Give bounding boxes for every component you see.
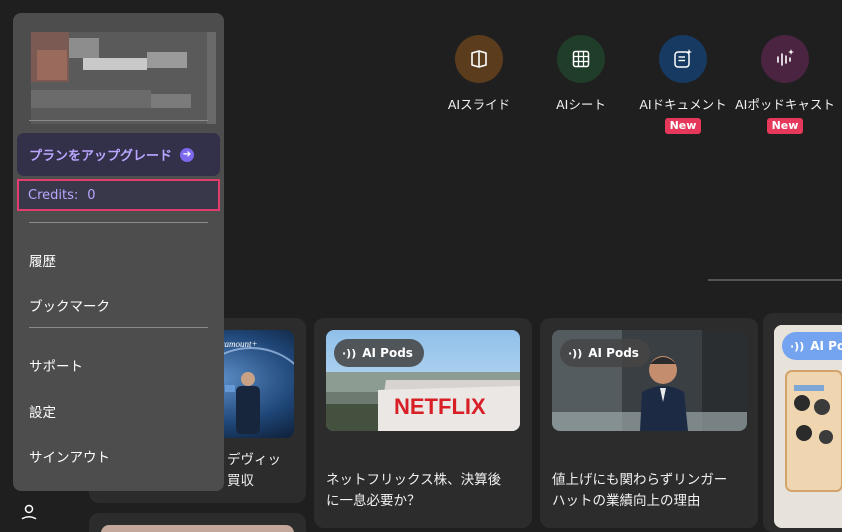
credits-label: Credits: [28, 187, 79, 203]
tool-circle [455, 35, 503, 83]
credits-value: 0 [87, 187, 96, 203]
tool-circle [761, 35, 809, 83]
account-menu: プランをアップグレード ➔ Credits: 0 履歴 ブックマーク サポート … [13, 13, 224, 491]
podcast-icon: ·)) [568, 346, 583, 360]
profile-avatar-blurred [31, 32, 216, 124]
menu-divider [29, 327, 208, 328]
menu-item-bookmarks[interactable]: ブックマーク [29, 295, 110, 315]
tool-ai-documents[interactable]: AIドキュメント New [633, 35, 733, 134]
news-card[interactable]: ·)) AI Pods 値上げにも関わらずリンガー ハットの業績向上の理由 [540, 318, 758, 528]
tool-label: AIポッドキャスト [735, 97, 835, 112]
card-title: 値上げにも関わらずリンガー ハットの業績向上の理由 [552, 472, 728, 509]
ai-pods-pill: ·)) AI Po [782, 332, 842, 360]
upgrade-label: プランをアップグレード [29, 149, 173, 164]
slides-icon [471, 50, 487, 68]
netflix-logo-text: NETFLIX [394, 394, 486, 419]
sheet-grid-icon [572, 50, 590, 68]
menu-item-sign-out[interactable]: サインアウト [29, 446, 110, 466]
menu-item-history[interactable]: 履歴 [29, 250, 56, 270]
tool-ai-podcast[interactable]: AIポッドキャスト New [735, 35, 835, 134]
ai-pods-pill: ·)) AI Pods [560, 339, 650, 367]
tool-label: AIドキュメント [639, 97, 727, 112]
menu-divider [29, 120, 208, 121]
news-card[interactable] [89, 513, 306, 532]
tool-circle [557, 35, 605, 83]
card-thumbnail: ·)) AI Pods [552, 330, 747, 431]
tool-label: AIシート [556, 97, 606, 112]
tool-label: AIスライド [447, 97, 511, 112]
card-thumbnail [101, 525, 294, 532]
ai-pods-pill: ·)) AI Pods [334, 339, 424, 367]
upgrade-plan-button[interactable]: プランをアップグレード ➔ [17, 133, 220, 176]
podcast-icon: ·)) [342, 346, 357, 360]
new-badge: New [766, 118, 804, 134]
card-thumbnail: NETFLIX ·)) AI Pods [326, 330, 520, 431]
card-thumbnail: ·)) AI Po [774, 325, 842, 528]
tool-ai-sheets[interactable]: AIシート [531, 35, 631, 113]
tool-ai-slides[interactable]: AIスライド [429, 35, 529, 113]
section-divider [708, 279, 842, 281]
podcast-icon [777, 49, 794, 66]
tool-circle [659, 35, 707, 83]
menu-item-support[interactable]: サポート [29, 355, 83, 375]
new-badge: New [664, 118, 702, 134]
podcast-icon: ·)) [790, 339, 805, 353]
news-card[interactable]: ·)) AI Po [763, 313, 842, 532]
news-card[interactable]: NETFLIX ·)) AI Pods ネットフリックス株、決算後 に一息必要か… [314, 318, 532, 528]
card-title: ネットフリックス株、決算後 に一息必要か？ [326, 472, 502, 509]
arrow-right-icon: ➔ [180, 147, 195, 162]
card-title: デヴィッ 買収 [227, 452, 281, 489]
menu-divider [29, 222, 208, 223]
user-account-icon[interactable] [20, 503, 38, 521]
document-icon [674, 49, 692, 68]
menu-item-settings[interactable]: 設定 [29, 401, 56, 421]
credits-display: Credits: 0 [17, 179, 220, 211]
